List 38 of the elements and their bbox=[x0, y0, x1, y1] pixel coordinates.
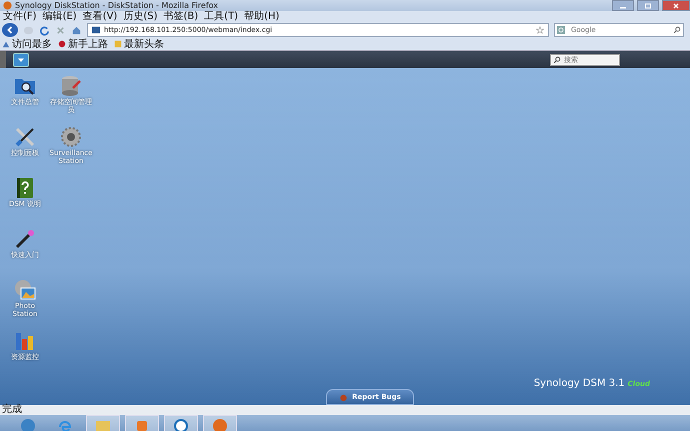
bookmark-link[interactable]: 访问最多 bbox=[2, 36, 52, 50]
tools-icon[interactable] bbox=[13, 125, 37, 149]
window-title: Synology DiskStation - DiskStation - Mozilla Firefox bbox=[15, 1, 218, 10]
reload-icon[interactable] bbox=[39, 24, 50, 36]
status-text: 完成 bbox=[2, 404, 22, 415]
search-engine-icon[interactable] bbox=[557, 26, 565, 34]
close-icon bbox=[672, 2, 680, 8]
minimize-button[interactable] bbox=[612, 0, 634, 11]
maximize-icon bbox=[644, 2, 652, 8]
bookmark-link[interactable]: 最新头条 bbox=[114, 36, 164, 50]
stop-icon[interactable] bbox=[55, 24, 66, 36]
search-icon bbox=[553, 56, 561, 64]
feed-icon bbox=[114, 40, 122, 48]
main-menu-button[interactable] bbox=[13, 52, 29, 66]
gear-icon[interactable] bbox=[59, 125, 83, 149]
bug-icon bbox=[339, 392, 348, 402]
close-button[interactable] bbox=[662, 0, 690, 11]
bookmark-link[interactable]: 新手上路 bbox=[58, 36, 108, 50]
dot-icon bbox=[58, 40, 66, 48]
menu-item[interactable]: 历史(S) bbox=[123, 11, 158, 23]
photo-icon[interactable] bbox=[13, 278, 37, 302]
menu-item[interactable]: 编辑(E) bbox=[42, 11, 77, 23]
menu-item[interactable]: 书签(B) bbox=[164, 11, 198, 23]
menu-item[interactable]: 工具(T) bbox=[204, 11, 238, 23]
site-icon bbox=[92, 26, 100, 34]
app-taskbar-icon[interactable] bbox=[173, 418, 189, 431]
search-icon[interactable] bbox=[673, 26, 681, 34]
menu-item[interactable]: 查看(V) bbox=[82, 11, 118, 23]
star-icon[interactable] bbox=[536, 26, 544, 34]
back-button[interactable] bbox=[2, 23, 18, 37]
storage-icon[interactable] bbox=[59, 74, 83, 98]
menu-item[interactable]: 文件(F) bbox=[3, 11, 37, 23]
bookmark-icon bbox=[2, 40, 10, 48]
toolbar-grip[interactable] bbox=[0, 51, 6, 68]
brand-name: Synology DSM 3.1 bbox=[534, 378, 625, 389]
menu-item[interactable]: 帮助(H) bbox=[244, 11, 280, 23]
wand-icon[interactable] bbox=[13, 227, 37, 251]
maximize-button[interactable] bbox=[637, 0, 659, 11]
